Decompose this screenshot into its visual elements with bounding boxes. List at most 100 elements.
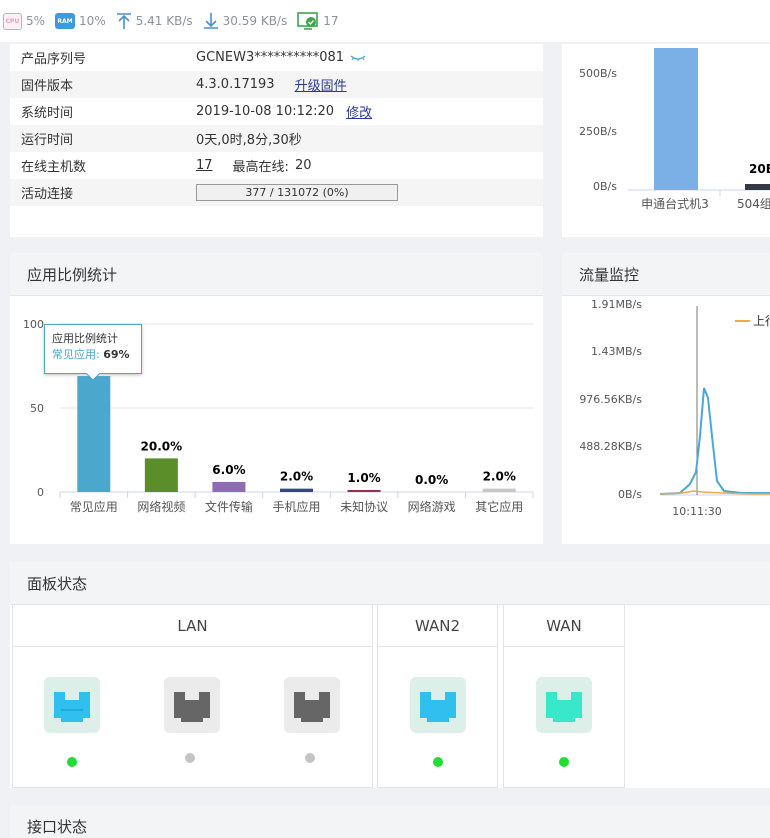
lan-port-1-status-dot: [67, 757, 77, 767]
time-value: 2019-10-08 10:12:20: [196, 104, 335, 119]
ram-stat: RAM 10%: [55, 13, 106, 29]
info-row-connections: 活动连接 377 / 131072 (0%): [10, 179, 543, 206]
connections-value: 377 / 131072 (0%): [245, 186, 349, 199]
hosts-max-value: 20: [294, 158, 312, 173]
x-tick-label: 504组: [737, 197, 770, 211]
bar-1[interactable]: [77, 376, 111, 492]
time-label: 系统时间: [21, 106, 74, 121]
traffic-monitor-chart: 1.91MB/s 1.43MB/s 976.56KB/s 488.28KB/s …: [579, 298, 770, 518]
y-tick-label: 100: [23, 318, 44, 331]
interface-status-panel: 接口状态: [10, 806, 770, 838]
bar-data-label: 1.0%: [347, 471, 380, 485]
wan2-port-icon[interactable]: [410, 677, 466, 733]
y-tick-label: 1.43MB/s: [591, 345, 642, 358]
upgrade-firmware-link[interactable]: 升级固件: [295, 75, 347, 94]
status-bar: CPU 5% RAM 10% 5.41 KB/s 30.59 KB/s 17: [0, 0, 770, 42]
bar-3[interactable]: [212, 481, 246, 492]
y-tick-label: 1.91MB/s: [591, 298, 642, 311]
traffic-monitor-panel: 流量监控 1.91MB/s 1.43MB/s 976.56KB/s 488.28…: [562, 253, 770, 544]
x-tick-label: 网络游戏: [408, 499, 456, 514]
uptime-label: 运行时间: [21, 133, 74, 148]
upload-value: 5.41 KB/s: [135, 14, 193, 28]
hosts-value: 17: [323, 14, 339, 28]
legend-label[interactable]: 上行: [753, 314, 770, 328]
cpu-stat: CPU 5%: [3, 12, 46, 30]
lan-group-label: LAN: [13, 605, 372, 647]
connections-progress: 377 / 131072 (0%): [196, 184, 398, 201]
download-stat: 30.59 KB/s: [203, 12, 288, 30]
x-tick-label: 手机应用: [272, 499, 320, 514]
y-tick-label: 250B/s: [579, 125, 617, 138]
panel-status-title: 面板状态: [10, 562, 770, 605]
modify-time-link[interactable]: 修改: [346, 102, 372, 121]
serial-value: GCNEW3**********081: [196, 50, 345, 65]
bar-2[interactable]: [144, 458, 178, 492]
tooltip-pointer: [86, 373, 100, 381]
tooltip-value: 69%: [103, 348, 130, 361]
info-row-hosts: 在线主机数 17 最高在线: 20: [10, 152, 543, 179]
x-tick-label: 网络视频: [137, 499, 185, 514]
wan2-status-dot: [433, 757, 443, 767]
download-value: 30.59 KB/s: [222, 14, 288, 28]
wan2-group: WAN2: [377, 604, 498, 788]
info-row-serial: 产品序列号 GCNEW3**********081: [10, 44, 543, 71]
info-row-uptime: 运行时间 0天,0时,8分,30秒: [10, 125, 543, 152]
monitor-check-icon: [297, 12, 319, 30]
y-tick-label: 976.56KB/s: [579, 393, 642, 406]
y-tick-label: 0B/s: [593, 180, 617, 193]
upload-stat: 5.41 KB/s: [116, 12, 193, 30]
wan2-group-label: WAN2: [378, 605, 497, 647]
y-tick-label: 500B/s: [579, 67, 617, 80]
chart-tooltip: 应用比例统计 常见应用: 69%: [44, 324, 142, 374]
bar-data-label: 20.0%: [141, 439, 183, 453]
lan-group: LAN: [12, 604, 373, 788]
bar-host-1[interactable]: [654, 48, 698, 190]
wan-group: WAN: [503, 604, 625, 788]
wan-status-dot: [559, 757, 569, 767]
tooltip-series: 常见应用:: [52, 348, 100, 361]
lan-port-1-icon[interactable]: [44, 677, 100, 733]
device-info-panel: 产品序列号 GCNEW3**********081 固件版本 4.3.0.171…: [10, 44, 543, 237]
download-line: [659, 387, 770, 495]
app-ratio-title: 应用比例统计: [10, 253, 543, 296]
hosts-stat: 17: [297, 12, 339, 30]
firmware-value: 4.3.0.17193: [196, 77, 275, 92]
y-tick-label: 0B/s: [618, 488, 642, 501]
host-traffic-panel: 500B/s 250B/s 0B/s 20B 申通台式机3 504组: [562, 44, 770, 237]
y-tick-label: 488.28KB/s: [579, 440, 642, 453]
info-row-time: 系统时间 2019-10-08 10:12:20 修改: [10, 98, 543, 125]
ram-icon: RAM: [55, 13, 76, 29]
x-tick-label: 10:11:30: [672, 505, 721, 518]
hosts-count-link[interactable]: 17: [196, 158, 213, 173]
bar-5[interactable]: [347, 490, 381, 492]
x-tick-label: 文件传输: [205, 499, 253, 514]
x-tick-label: 申通台式机3: [641, 196, 709, 211]
host-traffic-chart: 500B/s 250B/s 0B/s 20B 申通台式机3 504组: [579, 48, 770, 211]
download-arrow-icon: [203, 12, 219, 30]
x-tick-label: 常见应用: [70, 499, 118, 514]
lan-port-3-icon[interactable]: [284, 677, 340, 733]
bar-data-label: 20B: [749, 162, 770, 176]
interface-status-title: 接口状态: [10, 806, 770, 838]
info-row-firmware: 固件版本 4.3.0.17193 升级固件: [10, 71, 543, 98]
cpu-value: 5%: [26, 14, 46, 28]
hosts-label: 在线主机数: [21, 160, 87, 175]
bar-7[interactable]: [482, 488, 516, 492]
lan-port-2-status-dot: [185, 753, 195, 763]
uptime-value: 0天,0时,8分,30秒: [196, 133, 302, 148]
ram-value: 10%: [79, 14, 106, 28]
upload-arrow-icon: [116, 12, 132, 30]
lan-port-2-icon[interactable]: [164, 677, 220, 733]
x-tick-label: 未知协议: [340, 499, 388, 514]
connections-label: 活动连接: [21, 187, 74, 202]
bar-host-2[interactable]: [745, 184, 770, 190]
wan-group-label: WAN: [504, 605, 624, 647]
serial-label: 产品序列号: [21, 52, 87, 67]
y-tick-label: 0: [37, 486, 44, 499]
x-tick-label: 其它应用: [475, 499, 523, 514]
eye-icon[interactable]: [350, 54, 366, 62]
bar-4[interactable]: [280, 488, 313, 492]
bar-data-label: 2.0%: [483, 470, 516, 484]
cpu-icon: CPU: [3, 12, 22, 30]
wan-port-icon[interactable]: [536, 677, 592, 733]
